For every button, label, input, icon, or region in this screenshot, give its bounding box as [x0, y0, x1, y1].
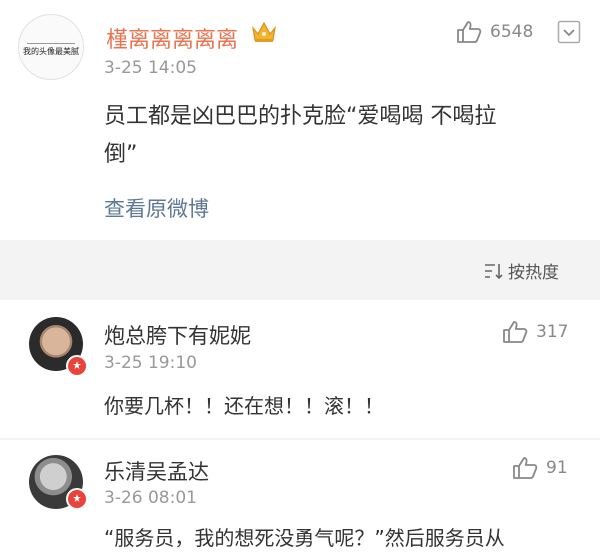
- commenter-name[interactable]: 炮总胯下有妮妮: [104, 320, 251, 350]
- chevron-down-icon[interactable]: [557, 20, 581, 44]
- post-content-line: 倒”: [104, 142, 138, 167]
- comment-timestamp: 3-25 19:10: [104, 353, 197, 373]
- post-content-line: 员工都是凶巴巴的扑克脸“爱喝喝 不喝拉: [104, 104, 497, 129]
- sort-label: 按热度: [508, 263, 559, 283]
- post-timestamp: 3-25 14:05: [104, 58, 197, 78]
- verified-badge-icon: [66, 355, 88, 377]
- thumbs-up-icon: [457, 21, 482, 43]
- crown-icon: [252, 21, 276, 42]
- post-like-button[interactable]: 6548: [456, 20, 533, 44]
- avatar-divider: [27, 43, 75, 44]
- comment-timestamp: 3-26 08:01: [104, 488, 197, 508]
- avatar-caption: 我的头像最美腻: [23, 47, 79, 56]
- sort-icon: [485, 263, 503, 279]
- comment-text: “服务员，我的想死没勇气呢？”然后服务员从: [104, 526, 505, 550]
- view-original-link[interactable]: 查看原微博: [104, 193, 209, 223]
- commenter-name[interactable]: 乐清吴孟达: [104, 456, 209, 486]
- verified-badge-icon: [66, 488, 88, 510]
- comment-like-button[interactable]: 91: [512, 456, 568, 480]
- thumbs-up-icon: [513, 457, 538, 479]
- poster-avatar[interactable]: 我的头像最美腻: [18, 14, 84, 80]
- post-like-count: 6548: [490, 22, 534, 42]
- sort-by-popularity-button[interactable]: 按热度: [484, 258, 559, 283]
- comment-like-count: 91: [546, 458, 568, 478]
- comment-like-count: 317: [536, 322, 569, 342]
- post-content: 员工都是凶巴巴的扑克脸“爱喝喝 不喝拉 倒”: [104, 98, 496, 174]
- comment-text: 你要几杯！！还在想！！滚！！: [104, 394, 384, 418]
- thumbs-up-icon: [503, 321, 528, 343]
- comment-like-button[interactable]: 317: [502, 320, 568, 344]
- poster-username[interactable]: 槿离离离离离: [106, 22, 238, 54]
